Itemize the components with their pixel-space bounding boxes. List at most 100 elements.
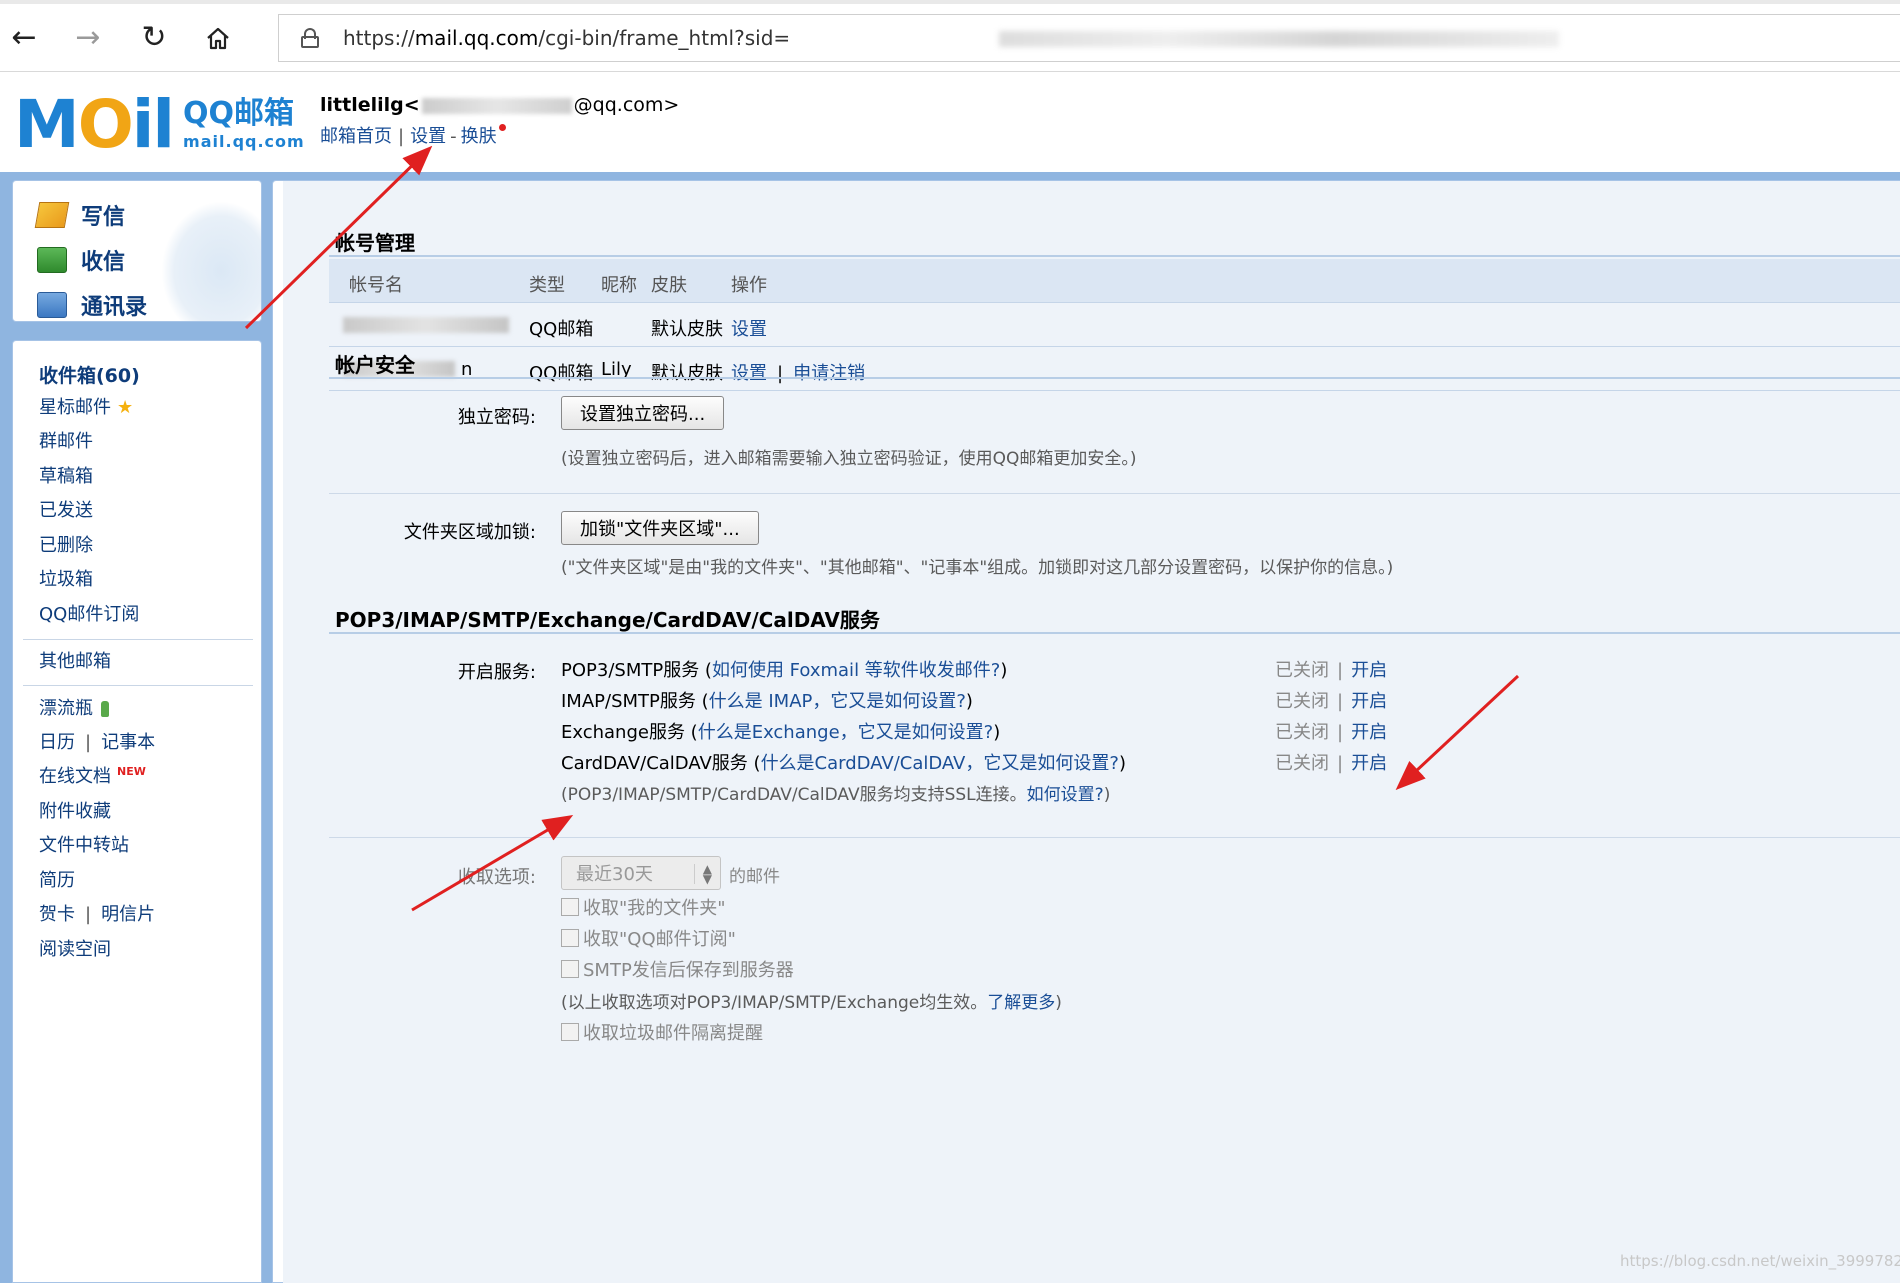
account-settings-link[interactable]: 设置	[731, 363, 767, 384]
col-nickname: 昵称	[601, 275, 637, 296]
notification-dot	[498, 124, 506, 131]
sidebar-item-calendar[interactable]: 日历	[39, 732, 75, 753]
service-exchange-status: 已关闭 | 开启	[1275, 722, 1388, 743]
service-caldav: CardDAV/CalDAV服务 (什么是CardDAV/CalDAV，它又是如…	[561, 753, 1126, 774]
fetch-range-suffix: 的邮件	[729, 867, 780, 887]
sidebar-item-other-mailbox[interactable]: 其他邮箱	[39, 647, 111, 673]
sidebar-item-sent[interactable]: 已发送	[39, 496, 93, 522]
logo-domain: mail.qq.com	[183, 132, 305, 151]
select-arrows-icon: ▲ ▼	[693, 863, 712, 885]
settings-content: 帐号管理 帐号名 类型 昵称 皮肤 操作 QQ邮箱 默认皮肤 设置 n QQ邮箱…	[283, 181, 1900, 1283]
tab-strip	[0, 0, 1900, 4]
learn-more-link[interactable]: 了解更多	[987, 993, 1055, 1013]
watermark: https://blog.csdn.net/weixin_39997829	[1620, 1252, 1900, 1270]
service-exchange-help[interactable]: 什么是Exchange，它又是如何设置?	[698, 722, 994, 743]
sidebar-item-notes[interactable]: 记事本	[101, 732, 155, 753]
sidebar-item-docs[interactable]: 在线文档 NEW	[39, 762, 146, 788]
reload-button[interactable]: ↻	[134, 18, 174, 58]
service-pop3-status: 已关闭 | 开启	[1275, 660, 1388, 681]
receive-button[interactable]: 收信	[37, 244, 125, 276]
sidebar-item-starred[interactable]: 星标邮件 ★	[39, 393, 133, 419]
accounts-table: 帐号名 类型 昵称 皮肤 操作 QQ邮箱 默认皮肤 设置 n QQ邮箱 Lily…	[329, 259, 1900, 391]
compose-button[interactable]: 写信	[34, 199, 125, 231]
service-caldav-status: 已关闭 | 开启	[1275, 753, 1388, 774]
sidebar-divider	[23, 685, 253, 686]
sidebar-item-inbox[interactable]: 收件箱(60)	[39, 361, 140, 388]
smtp-save-sent-option[interactable]: SMTP发信后保存到服务器	[561, 956, 794, 982]
arrow-right-icon: →	[75, 20, 101, 55]
sidebar-item-resume[interactable]: 简历	[39, 866, 75, 892]
contacts-button[interactable]: 通讯录	[37, 289, 147, 321]
service-caldav-help[interactable]: 什么是CardDAV/CalDAV，它又是如何设置?	[761, 753, 1119, 774]
contact-card-icon	[37, 292, 67, 318]
lock-folder-button[interactable]: 加锁"文件夹区域"...	[561, 511, 759, 545]
enable-exchange-link[interactable]: 开启	[1351, 722, 1387, 743]
checkbox[interactable]	[561, 898, 579, 916]
fetch-note: (以上收取选项对POP3/IMAP/SMTP/Exchange均生效。了解更多)	[561, 993, 1062, 1013]
section-title-security: 帐户安全	[335, 353, 415, 377]
sidebar-item-file-transfer[interactable]: 文件中转站	[39, 831, 129, 857]
enable-pop3-link[interactable]: 开启	[1351, 660, 1387, 681]
service-exchange: Exchange服务 (什么是Exchange，它又是如何设置?)	[561, 722, 1001, 743]
sidebar-item-greeting-card[interactable]: 贺卡	[39, 904, 75, 925]
penguin-decoration	[161, 201, 261, 321]
col-account: 帐号名	[349, 275, 403, 296]
enable-caldav-link[interactable]: 开启	[1351, 753, 1387, 774]
service-pop3: POP3/SMTP服务 (如何使用 Foxmail 等软件收发邮件?)	[561, 660, 1008, 681]
link-mail-home[interactable]: 邮箱首页	[320, 126, 392, 147]
sidebar-item-drift-bottle[interactable]: 漂流瓶	[39, 694, 109, 720]
sidebar-item-drafts[interactable]: 草稿箱	[39, 462, 93, 488]
col-actions: 操作	[731, 275, 767, 296]
reload-icon: ↻	[141, 20, 167, 55]
sidebar-item-attachments[interactable]: 附件收藏	[39, 797, 111, 823]
service-pop3-help[interactable]: 如何使用 Foxmail 等软件收发邮件?	[712, 660, 1000, 681]
sidebar-item-cards: 贺卡 | 明信片	[39, 904, 156, 925]
fetch-my-folders-option[interactable]: 收取"我的文件夹"	[561, 894, 726, 920]
mail-header: MOil QQ邮箱 mail.qq.com littlelilg< @qq.com…	[0, 72, 1900, 176]
sidebar-item-deleted[interactable]: 已删除	[39, 531, 93, 557]
sidebar-item-group[interactable]: 群邮件	[39, 427, 93, 453]
col-skin: 皮肤	[651, 275, 687, 296]
link-settings[interactable]: 设置	[410, 126, 446, 147]
checkbox[interactable]	[561, 960, 579, 978]
checkbox[interactable]	[561, 1023, 579, 1041]
section-title-accounts: 帐号管理	[335, 231, 415, 255]
home-button[interactable]	[198, 18, 238, 58]
ssl-howto-link[interactable]: 如何设置?	[1027, 785, 1104, 805]
service-imap-help[interactable]: 什么是 IMAP，它又是如何设置?	[709, 691, 966, 712]
sidebar-item-calendar-notes: 日历 | 记事本	[39, 732, 156, 753]
forward-button[interactable]: →	[68, 18, 108, 58]
sidebar-item-reading[interactable]: 阅读空间	[39, 935, 111, 961]
checkbox[interactable]	[561, 929, 579, 947]
link-change-skin[interactable]: 换肤	[461, 126, 497, 147]
sidebar-item-spam[interactable]: 垃圾箱	[39, 565, 93, 591]
set-password-button[interactable]: 设置独立密码...	[561, 396, 725, 430]
email-redacted	[421, 97, 572, 114]
sidebar-item-subscriptions[interactable]: QQ邮件订阅	[39, 600, 139, 626]
fetch-options-label: 收取选项:	[457, 867, 536, 888]
enable-imap-link[interactable]: 开启	[1351, 691, 1387, 712]
independent-password-label: 独立密码:	[457, 407, 536, 428]
table-header: 帐号名 类型 昵称 皮肤 操作	[329, 259, 1900, 303]
table-row: QQ邮箱 默认皮肤 设置	[329, 303, 1900, 347]
account-settings-link[interactable]: 设置	[731, 315, 767, 341]
address-bar[interactable]: https://mail.qq.com/cgi-bin/frame_html?s…	[278, 14, 1900, 62]
fetch-range-select[interactable]: 最近30天 ▲ ▼	[561, 856, 721, 890]
pencil-icon	[34, 202, 70, 228]
password-note: (设置独立密码后，进入邮箱需要输入独立密码验证，使用QQ邮箱更加安全。)	[561, 449, 1137, 469]
sidebar-item-postcard[interactable]: 明信片	[101, 904, 155, 925]
quick-actions: 写信 收信 通讯录	[12, 180, 262, 322]
fetch-subscriptions-option[interactable]: 收取"QQ邮件订阅"	[561, 925, 736, 951]
new-badge: NEW	[117, 765, 146, 778]
account-cancel-link[interactable]: 申请注销	[793, 363, 865, 384]
url-text: https://mail.qq.com/cgi-bin/frame_html?s…	[343, 26, 791, 50]
ssl-note: (POP3/IMAP/SMTP/CardDAV/CalDAV服务均支持SSL连接…	[561, 785, 1111, 805]
table-row: n QQ邮箱 Lily 默认皮肤 设置 | 申请注销	[329, 347, 1900, 391]
folder-lock-label: 文件夹区域加锁:	[403, 522, 536, 543]
spam-reminder-option[interactable]: 收取垃圾邮件隔离提醒	[561, 1019, 763, 1045]
logo-mark: MOil	[14, 86, 175, 163]
star-icon: ★	[117, 397, 134, 418]
qqmail-logo[interactable]: MOil QQ邮箱 mail.qq.com	[14, 92, 305, 158]
back-button[interactable]: ←	[4, 18, 44, 58]
url-redacted	[999, 31, 1559, 47]
